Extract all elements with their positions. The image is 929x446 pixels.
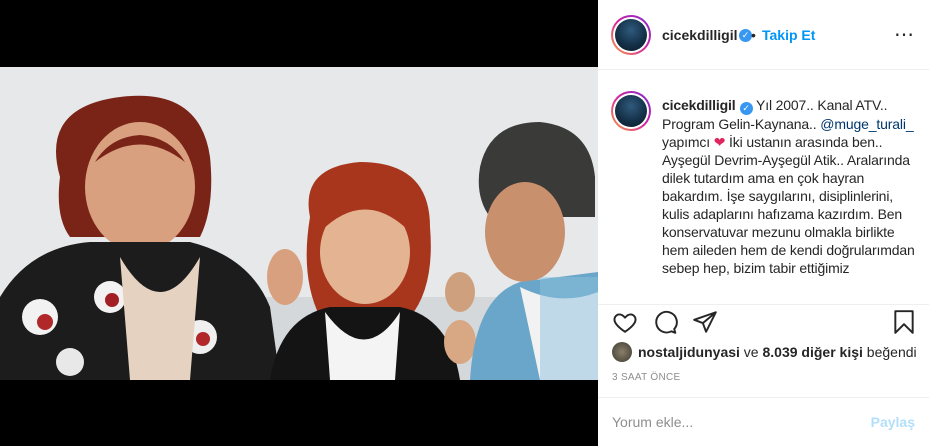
post-timestamp[interactable]: 3 SAAT ÖNCE [612, 372, 681, 383]
action-bar [598, 304, 929, 334]
post-media [0, 0, 598, 446]
comment-icon[interactable] [652, 309, 678, 335]
post-panel: cicekdilligil ✓ • Takip Et ⋯ cicekdillig… [598, 0, 929, 446]
share-icon[interactable] [692, 309, 718, 335]
more-options-icon[interactable]: ⋯ [894, 22, 915, 47]
likes-count[interactable]: 8.039 diğer kişi [763, 344, 863, 360]
photo-illustration [0, 67, 598, 380]
post-photo[interactable] [0, 67, 598, 380]
liker-avatar[interactable] [612, 342, 632, 362]
author-avatar[interactable] [611, 15, 651, 55]
verified-badge-icon: ✓ [739, 102, 753, 115]
like-icon[interactable] [612, 309, 638, 335]
likes-summary: nostaljidunyasi ve 8.039 diğer kişi beğe… [612, 342, 917, 362]
caption-part-2: yapımcı [662, 134, 714, 150]
bookmark-icon[interactable] [891, 309, 917, 335]
follow-button[interactable]: Takip Et [762, 27, 815, 43]
likes-connector: ve [739, 344, 763, 360]
comment-input[interactable] [612, 414, 852, 430]
caption-section: cicekdilligil ✓ Yıl 2007.. Kanal ATV.. Pr… [598, 71, 929, 304]
mention-link[interactable]: @muge_turali_ [820, 116, 913, 132]
post-comment-button[interactable]: Paylaş [871, 414, 915, 430]
author-username[interactable]: cicekdilligil [662, 27, 737, 43]
separator-dot: • [751, 27, 756, 43]
caption-username[interactable]: cicekdilligil [662, 97, 736, 113]
caption-part-3: İki ustanın arasında ben.. Ayşegül Devri… [662, 134, 915, 276]
caption-text: cicekdilligil ✓ Yıl 2007.. Kanal ATV.. Pr… [662, 96, 918, 277]
heart-emoji-icon: ❤ [713, 134, 726, 150]
comment-bar: Paylaş [598, 397, 929, 446]
caption-avatar[interactable] [611, 91, 651, 131]
likes-suffix: beğendi [862, 344, 917, 360]
liker-username[interactable]: nostaljidunyasi [638, 344, 740, 360]
post-header: cicekdilligil ✓ • Takip Et ⋯ [598, 0, 929, 70]
